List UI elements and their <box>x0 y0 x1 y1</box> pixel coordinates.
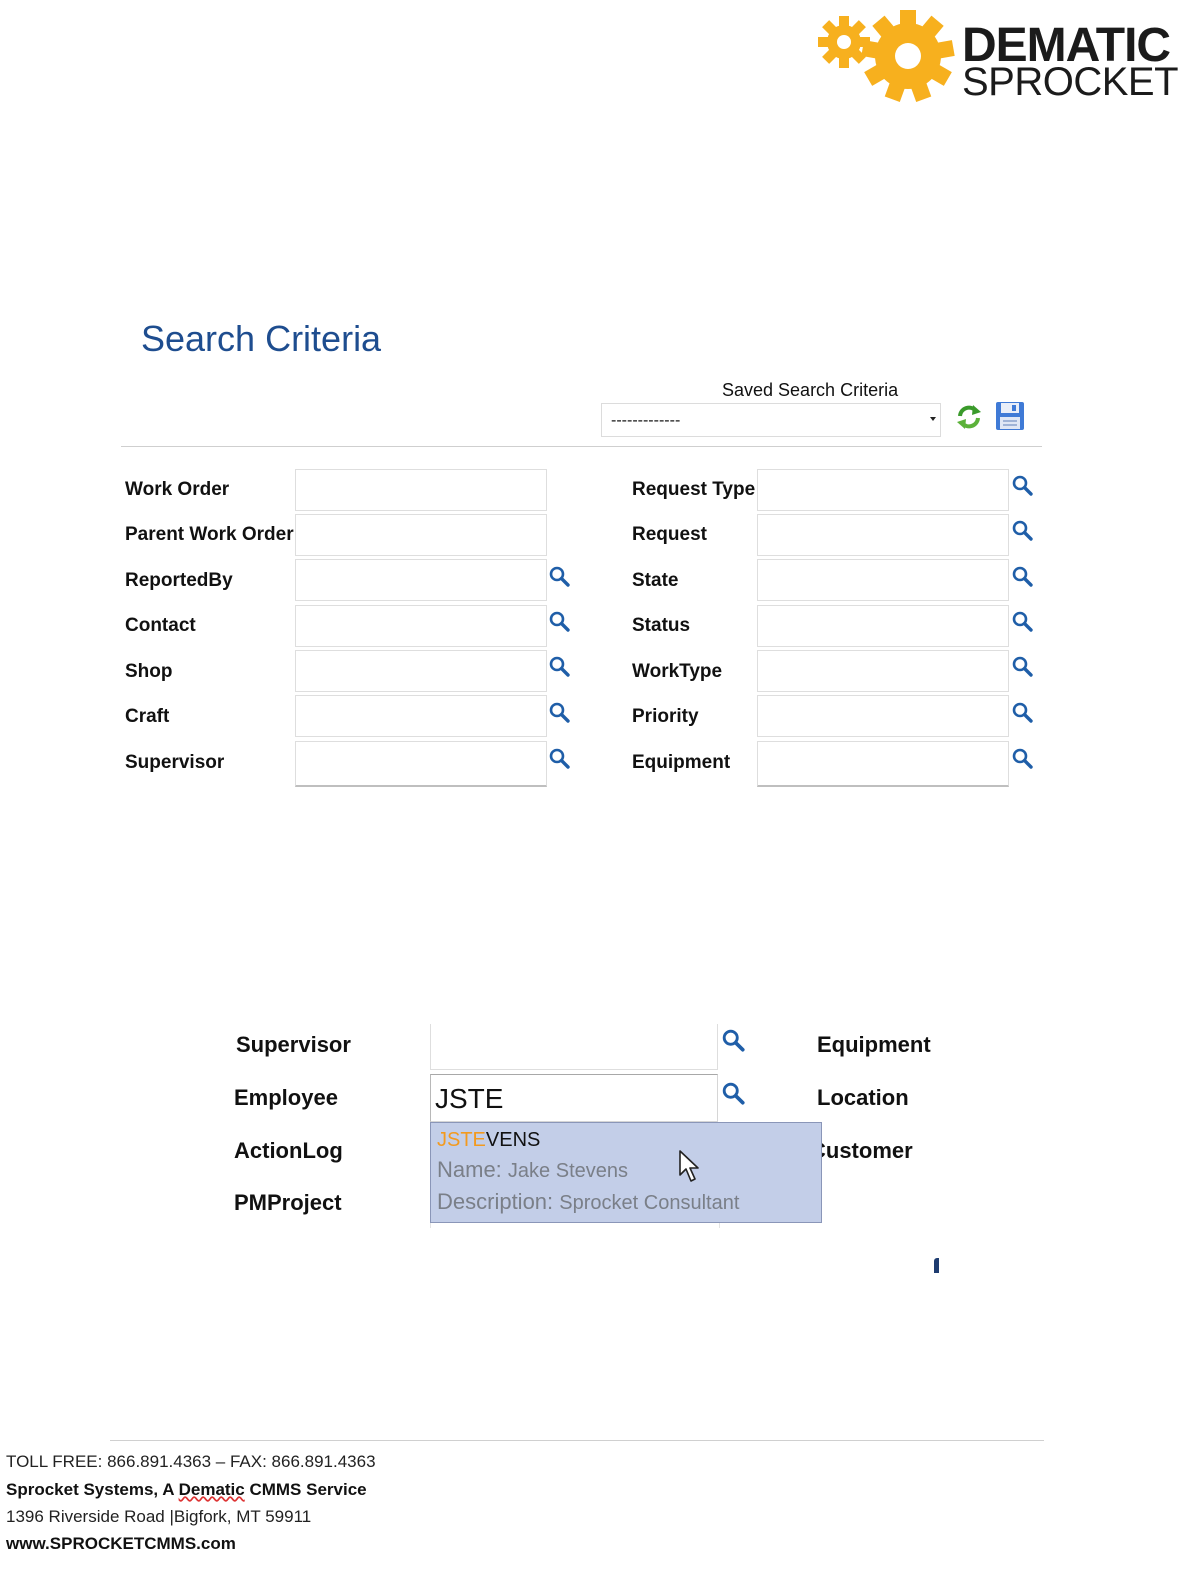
zoom-label-employee: Employee <box>234 1085 338 1110</box>
field-label-equipment: Equipment <box>632 752 731 773</box>
mouse-cursor-icon <box>679 1150 699 1182</box>
search-icon[interactable] <box>549 566 571 588</box>
suggestion-desc-value: Sprocket Consultant <box>559 1192 740 1214</box>
zoom-supervisor-input[interactable] <box>430 1024 718 1070</box>
save-disk-icon[interactable] <box>995 401 1025 431</box>
zoom-label-customer: Customer <box>810 1138 913 1163</box>
saved-search-value: ------------- <box>611 412 681 429</box>
search-icon[interactable] <box>722 1029 746 1053</box>
search-icon[interactable] <box>1012 566 1034 588</box>
field-label-request: Request <box>632 524 707 545</box>
field-label-work-order: Work Order <box>125 479 230 500</box>
worktype-input[interactable] <box>757 650 1009 692</box>
section-divider <box>121 446 1042 447</box>
search-icon[interactable] <box>1012 748 1034 770</box>
contact-input[interactable] <box>295 605 547 647</box>
supervisor-input[interactable] <box>295 741 547 787</box>
autocomplete-suggestion[interactable]: JSTEVENS Name: Jake Stevens Description:… <box>430 1122 822 1223</box>
page-title: Search Criteria <box>141 318 382 359</box>
logo-text-sprocket: SPROCKET <box>962 60 1179 104</box>
reportedby-input[interactable] <box>295 559 547 601</box>
footer-divider <box>110 1440 1044 1441</box>
request-type-input[interactable] <box>757 469 1009 511</box>
footer-company: Sprocket Systems, A Dematic CMMS Service <box>6 1480 367 1500</box>
suggestion-name-value: Jake Stevens <box>507 1160 628 1182</box>
search-icon[interactable] <box>549 611 571 633</box>
parent-work-order-input[interactable] <box>295 514 547 556</box>
footer-company-part1: Sprocket Systems, A <box>6 1480 179 1499</box>
search-icon[interactable] <box>1012 656 1034 678</box>
zoom-label-equipment: Equipment <box>817 1032 931 1057</box>
suggestion-code: JSTEVENS <box>437 1129 540 1152</box>
zoom-label-pmproject: PMProject <box>234 1190 342 1215</box>
search-icon[interactable] <box>549 748 571 770</box>
search-icon[interactable] <box>549 656 571 678</box>
search-icon[interactable] <box>722 1082 746 1106</box>
dematic-sprocket-logo: DEMATIC SPROCKET <box>812 8 1182 108</box>
field-label-status: Status <box>632 615 691 636</box>
equipment-input[interactable] <box>757 741 1009 787</box>
status-input[interactable] <box>757 605 1009 647</box>
chevron-down-icon <box>930 417 936 421</box>
suggestion-desc-label: Description: <box>437 1189 554 1214</box>
refresh-icon[interactable] <box>955 403 983 431</box>
gear-logo-icon <box>818 10 955 102</box>
saved-search-select[interactable]: ------------- <box>601 403 941 437</box>
zoom-label-location: Location <box>817 1085 909 1110</box>
search-icon[interactable] <box>1012 520 1034 542</box>
field-label-reportedby: ReportedBy <box>125 570 233 591</box>
field-label-supervisor: Supervisor <box>125 752 225 773</box>
suggestion-name: Name: Jake Stevens <box>437 1157 628 1183</box>
saved-search-label: Saved Search Criteria <box>722 380 899 400</box>
cropped-glyph-fragment <box>934 1258 939 1273</box>
employee-input[interactable]: JSTE <box>430 1074 718 1122</box>
footer-company-part2: Dematic <box>178 1480 245 1499</box>
request-input[interactable] <box>757 514 1009 556</box>
field-label-worktype: WorkType <box>632 661 723 682</box>
search-icon[interactable] <box>1012 475 1034 497</box>
field-label-craft: Craft <box>125 706 170 727</box>
zoom-label-actionlog: ActionLog <box>234 1138 343 1163</box>
field-label-state: State <box>632 570 679 591</box>
footer-phone-fax: TOLL FREE: 866.891.4363 – FAX: 866.891.4… <box>6 1452 376 1471</box>
suggestion-match: JSTE <box>437 1129 486 1151</box>
field-label-shop: Shop <box>125 661 173 682</box>
work-order-input[interactable] <box>295 469 547 511</box>
footer-address: 1396 Riverside Road |Bigfork, MT 59911 <box>6 1507 312 1526</box>
field-label-contact: Contact <box>125 615 196 636</box>
footer-company-part3: CMMS Service <box>244 1480 367 1499</box>
footer-website[interactable]: www.SPROCKETCMMS.com <box>6 1534 236 1554</box>
field-label-parent-work-order: Parent Work Order <box>125 524 294 545</box>
suggestion-description: Description: Sprocket Consultant <box>437 1189 739 1215</box>
shop-input[interactable] <box>295 650 547 692</box>
zoom-label-supervisor: Supervisor <box>236 1032 351 1057</box>
priority-input[interactable] <box>757 695 1009 737</box>
field-label-priority: Priority <box>632 706 699 727</box>
search-icon[interactable] <box>1012 702 1034 724</box>
state-input[interactable] <box>757 559 1009 601</box>
suggestion-rest: VENS <box>485 1129 541 1151</box>
search-icon[interactable] <box>1012 611 1034 633</box>
craft-input[interactable] <box>295 695 547 737</box>
field-label-request-type: Request Type <box>632 479 756 500</box>
suggestion-name-label: Name: <box>437 1157 502 1182</box>
search-icon[interactable] <box>549 702 571 724</box>
